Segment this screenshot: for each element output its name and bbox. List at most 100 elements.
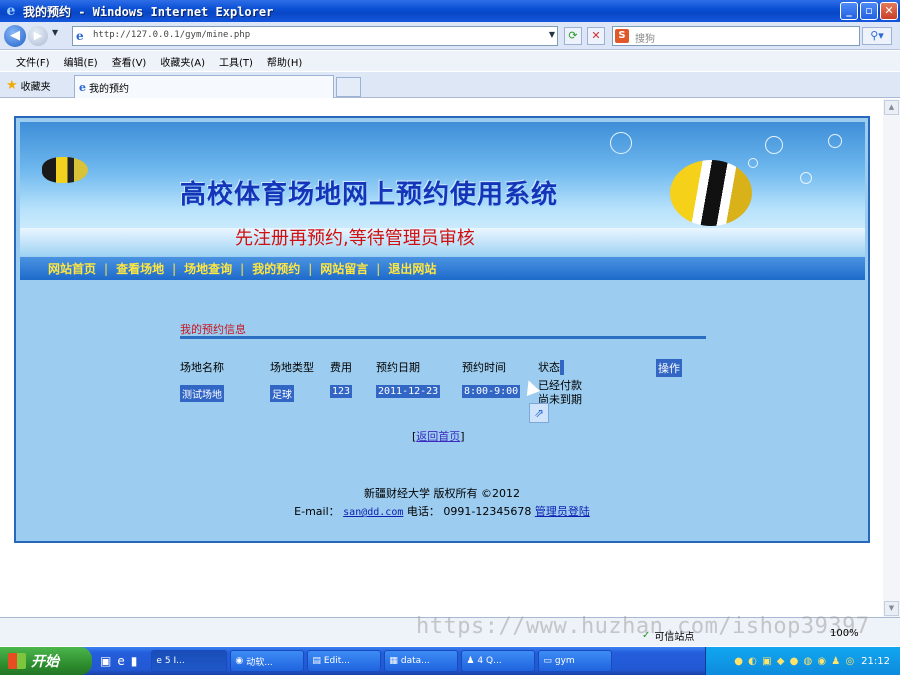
app-task-icon: ▦ <box>389 656 398 666</box>
star-icon: ★ <box>6 78 18 93</box>
new-tab-button[interactable] <box>336 77 361 97</box>
qq-task-icon: ♟ <box>466 656 475 666</box>
task-label: Edit... <box>323 656 350 666</box>
footer-phone: 0991-12345678 <box>443 505 532 518</box>
tab-label: 我的预约 <box>89 83 129 95</box>
nav-venue-search[interactable]: 场地查询 <box>184 260 232 277</box>
nav-my-bookings[interactable]: 我的预约 <box>252 260 300 277</box>
start-label: 开始 <box>31 654 59 670</box>
footer-email-link[interactable]: san@dd.com <box>343 507 403 518</box>
search-box[interactable]: S 搜狗 <box>612 26 860 46</box>
trusted-sites-indicator: ✓ 可信站点 <box>642 628 694 643</box>
task-label: 动软... <box>246 657 273 668</box>
address-bar[interactable]: e http://127.0.0.1/gym/mine.php ▼ <box>72 26 558 46</box>
selection-highlight <box>560 360 564 375</box>
zoom-level[interactable]: 100% <box>830 628 859 639</box>
system-tray: ● ◐ ▣ ◆ ● ◍ ◉ ♟ ◎ 21:12 <box>705 647 900 675</box>
check-icon: ✓ <box>642 630 651 641</box>
menu-tools[interactable]: 工具(T) <box>219 54 253 69</box>
menu-file[interactable]: 文件(F) <box>16 54 50 69</box>
menu-view[interactable]: 查看(V) <box>112 54 147 69</box>
ie-tab-icon: e <box>79 80 86 94</box>
taskbar-item-editplus[interactable]: ▤ Edit... <box>307 650 382 672</box>
nav-view-venues[interactable]: 查看场地 <box>116 260 164 277</box>
nav-separator: | <box>104 261 109 276</box>
task-label: data... <box>400 656 430 666</box>
folder-icon[interactable]: ▣ <box>100 654 111 668</box>
menu-favorites[interactable]: 收藏夹(A) <box>160 54 205 69</box>
col-header-date: 预约日期 <box>376 361 420 374</box>
col-header-action: 操作 <box>656 359 682 377</box>
admin-login-link[interactable]: 管理员登陆 <box>535 505 590 518</box>
sogou-logo-icon: S <box>615 29 629 43</box>
taskbar-item-qq[interactable]: ♟ 4 Q... <box>461 650 536 672</box>
fish-left-icon <box>42 157 88 183</box>
taskbar-tasks: e5 I... ◉ 动软... ▤ Edit... ▦ data... ♟ 4 Q...… <box>151 650 613 672</box>
taskbar-item-data[interactable]: ▦ data... <box>384 650 459 672</box>
col-header-status-text: 状态 <box>538 361 560 374</box>
app-task-icon: ◉ <box>235 656 244 666</box>
taskbar: 开始 ▣ e ▮ e5 I... ◉ 动软... ▤ Edit... ▦ data..… <box>0 647 900 675</box>
footer-phone-label: 电话： <box>406 505 440 518</box>
forward-button[interactable]: ▶ <box>28 26 48 46</box>
footer-email-label: E-mail： <box>294 505 340 518</box>
address-input[interactable]: http://127.0.0.1/gym/mine.php <box>93 30 250 40</box>
search-button[interactable]: ⚲▾ <box>862 27 892 45</box>
section-title: 我的预约信息 <box>180 323 246 336</box>
nav-messages[interactable]: 网站留言 <box>320 260 368 277</box>
page-frame: 高校体育场地网上预约使用系统 先注册再预约,等待管理员审核 网站首页 | 查看场… <box>14 116 870 543</box>
section-divider <box>180 336 706 339</box>
nav-separator: | <box>240 261 245 276</box>
tab-current[interactable]: e 我的预约 <box>74 75 334 98</box>
banner-title: 高校体育场地网上预约使用系统 <box>180 180 559 210</box>
site-nav: 网站首页 | 查看场地 | 场地查询 | 我的预约 | 网站留言 | 退出网站 <box>20 257 865 280</box>
back-button[interactable]: ◀ <box>4 25 26 47</box>
windows-flag-icon <box>8 653 26 669</box>
col-header-status: 状态 <box>538 359 564 375</box>
favorites-button[interactable]: ★ 收藏夹 <box>6 78 51 93</box>
table-cell-time: 8:00-9:00 <box>462 385 521 398</box>
taskbar-item-gym-folder[interactable]: ▭ gym <box>538 650 613 672</box>
maximize-button[interactable]: ▫ <box>860 2 878 20</box>
back-home-link[interactable]: 返回首页 <box>416 430 460 443</box>
search-input[interactable]: 搜狗 <box>635 30 655 45</box>
navigation-bar: ◀ ▶ ▼ e http://127.0.0.1/gym/mine.php ▼ … <box>0 22 900 50</box>
nav-logout[interactable]: 退出网站 <box>388 260 436 277</box>
folder-task-icon: ▭ <box>543 656 552 666</box>
tray-icons[interactable]: ● ◐ ▣ ◆ ● ◍ ◉ ♟ ◎ <box>734 656 855 667</box>
table-cell-fee: 123 <box>330 385 353 398</box>
menu-edit[interactable]: 编辑(E) <box>64 54 98 69</box>
window-title: 我的预约 - Windows Internet Explorer <box>23 4 274 19</box>
scroll-up-icon[interactable]: ▲ <box>884 100 899 115</box>
favorites-bar: ★ 收藏夹 e 我的预约 <box>0 72 900 98</box>
ie-task-icon: e <box>156 656 162 666</box>
table-cell-name: 测试场地 <box>180 385 224 402</box>
task-label: 5 I... <box>164 656 185 666</box>
address-dropdown-icon[interactable]: ▼ <box>549 30 555 39</box>
minimize-button[interactable]: _ <box>840 2 858 20</box>
quick-launch: ▣ e ▮ <box>100 654 137 668</box>
vertical-scrollbar[interactable]: ▲ ▼ <box>883 99 900 617</box>
table-cell-date: 2011-12-23 <box>376 385 441 398</box>
banner-subtitle: 先注册再预约,等待管理员审核 <box>235 228 475 249</box>
clock[interactable]: 21:12 <box>861 656 890 667</box>
footer-contact: E-mail： san@dd.com 电话： 0991-12345678 管理员… <box>16 503 868 519</box>
col-header-time: 预约时间 <box>462 361 506 374</box>
refresh-button[interactable]: ⟳ <box>564 27 582 45</box>
taskbar-item-dongruan[interactable]: ◉ 动软... <box>230 650 305 672</box>
start-button[interactable]: 开始 <box>0 647 92 675</box>
close-button[interactable]: ✕ <box>880 2 898 20</box>
menu-help[interactable]: 帮助(H) <box>267 54 302 69</box>
scroll-down-icon[interactable]: ▼ <box>884 601 899 616</box>
shortcut-arrow-icon[interactable]: ⇗ <box>529 403 549 423</box>
history-dropdown-icon[interactable]: ▼ <box>52 28 58 37</box>
ie-quicklaunch-icon[interactable]: e <box>117 654 124 668</box>
nav-home[interactable]: 网站首页 <box>48 260 96 277</box>
favorites-label: 收藏夹 <box>20 82 51 93</box>
stop-button[interactable]: ✕ <box>587 27 605 45</box>
desktop-icon[interactable]: ▮ <box>131 654 138 668</box>
site-banner: 高校体育场地网上预约使用系统 先注册再预约,等待管理员审核 <box>20 122 865 256</box>
ie-logo-icon: e <box>6 3 16 19</box>
taskbar-item-ie[interactable]: e5 I... <box>151 650 228 672</box>
browser-viewport: ▲ ▼ 高校体育场地网上预约使用系统 先注册再预约,等待管理员审核 网站首页 |… <box>0 99 900 617</box>
